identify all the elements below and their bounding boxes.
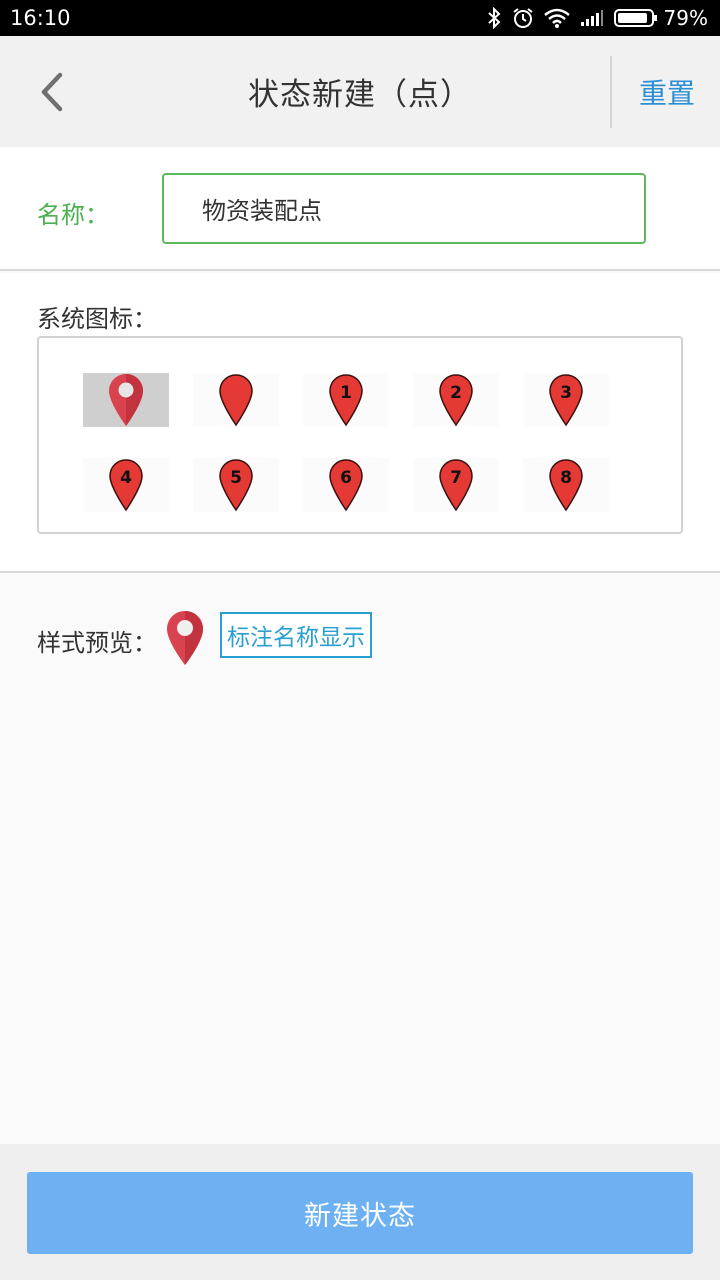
icon-option[interactable]: 6: [303, 458, 389, 512]
marker-number: 3: [560, 383, 572, 403]
status-time: 16:10: [10, 6, 71, 30]
back-button[interactable]: [30, 66, 74, 118]
chevron-left-icon: [41, 72, 63, 112]
status-bar: 16:10 79%: [0, 0, 720, 36]
map-marker-icon: [219, 374, 253, 427]
icon-option[interactable]: 2: [413, 373, 499, 427]
battery-icon: [613, 9, 657, 27]
header: 状态新建（点） 重置: [0, 36, 720, 147]
status-icons: 79%: [486, 6, 708, 30]
marker-number: 4: [120, 468, 132, 488]
icon-option[interactable]: [83, 373, 169, 427]
map-marker-icon: 1: [329, 374, 363, 427]
location-pin-icon: [109, 374, 143, 426]
signal-icon: [580, 9, 604, 27]
reset-button[interactable]: 重置: [614, 36, 720, 147]
alarm-icon: [512, 7, 534, 29]
system-icons-label: 系统图标：: [37, 305, 157, 333]
marker-number: 2: [450, 383, 462, 403]
create-status-button[interactable]: 新建状态: [27, 1172, 693, 1254]
icon-option[interactable]: 1: [303, 373, 389, 427]
icon-option[interactable]: 5: [193, 458, 279, 512]
battery-indicator: 79%: [613, 6, 708, 30]
location-pin-icon: [166, 610, 204, 670]
marker-number: 8: [560, 468, 572, 488]
map-marker-icon: 5: [219, 459, 253, 512]
map-marker-icon: 4: [109, 459, 143, 512]
marker-number: 7: [450, 468, 462, 488]
name-label: 名称：: [37, 201, 109, 229]
icon-option[interactable]: [193, 373, 279, 427]
wifi-icon: [543, 8, 570, 28]
map-marker-icon: 8: [549, 459, 583, 512]
icon-option[interactable]: 8: [523, 458, 609, 512]
icon-grid: 1 2 3 4 5 6 7 8: [37, 336, 683, 534]
preview-label: 样式预览：: [37, 629, 157, 657]
marker-number: 1: [340, 383, 352, 403]
bluetooth-icon: [486, 7, 502, 29]
system-icons-section: 系统图标： 1 2 3 4 5 6 7 8: [0, 273, 720, 573]
header-divider: [610, 56, 612, 128]
marker-number: 6: [340, 468, 352, 488]
map-marker-icon: 6: [329, 459, 363, 512]
icon-option[interactable]: 7: [413, 458, 499, 512]
marker-number: 5: [230, 468, 242, 488]
preview-name-tag: 标注名称显示: [220, 612, 372, 658]
icon-option[interactable]: 4: [83, 458, 169, 512]
map-marker-icon: 3: [549, 374, 583, 427]
name-input[interactable]: [162, 173, 646, 244]
map-marker-icon: 7: [439, 459, 473, 512]
bottom-bar: 新建状态: [0, 1144, 720, 1280]
map-marker-icon: 2: [439, 374, 473, 427]
name-row: 名称：: [0, 147, 720, 271]
battery-percent: 79%: [663, 6, 708, 30]
style-preview-row: 样式预览： 标注名称显示: [0, 575, 720, 695]
page-title: 状态新建（点）: [248, 77, 472, 113]
icon-option[interactable]: 3: [523, 373, 609, 427]
